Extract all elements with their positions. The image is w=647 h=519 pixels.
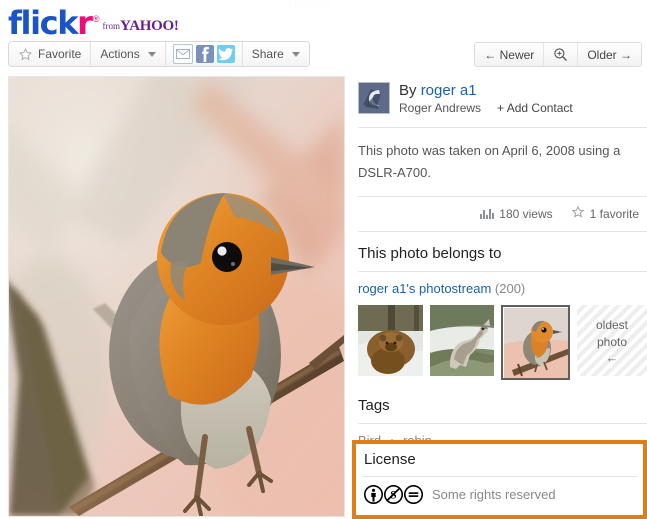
star-outline-icon [571,205,585,222]
photostream-thumbnails: oldest photo ← [358,303,647,384]
photo-description: This photo was taken on April 6, 2008 us… [358,128,647,196]
photo-stats: 180 views 1 favorite [358,197,647,231]
social-share-icons [165,42,243,66]
chevron-down-icon [147,51,156,57]
favorite-label: Favorite [38,47,82,61]
zoom-in-icon[interactable] [544,43,579,66]
add-contact-link[interactable]: + Add Contact [497,100,573,117]
newer-button[interactable]: ← Newer [475,43,545,66]
description-line-1: This photo was taken on April 6, 2008 us… [358,143,621,158]
photostream-link[interactable]: roger a1's photostream [358,281,491,296]
author-subline: Roger Andrews + Add Contact [399,100,573,117]
license-text: Some rights reserved [432,487,556,502]
photostream-count: (200) [494,281,526,296]
author-realname: Roger Andrews [399,101,482,115]
description-line-2: DSLR-A700. [358,165,431,180]
arrow-left-icon: ← [605,349,619,365]
logo-from-text: from [102,21,121,31]
author-block: By roger a1 Roger Andrews + Add Contact [358,76,647,127]
flickr-logo[interactable]: flickr®fromYAHOO! [8,4,179,42]
thumbnail-robin[interactable] [501,305,570,380]
oldest-photo-line-2: photo [596,334,628,349]
cc-noderivs-icon [404,485,423,504]
logo-text-r: r [77,4,93,42]
license-section: License S Some rights reserved [352,440,647,519]
thumbnail-wolf[interactable] [429,305,495,376]
twitter-icon[interactable] [216,45,235,63]
actions-label: Actions [100,47,140,61]
by-label: By [399,82,417,99]
photo-action-toolbar: Favorite Actions Share [8,41,310,67]
cc-noncommercial-icon: S [384,485,403,504]
star-outline-icon [18,47,33,62]
license-heading: License [364,451,416,468]
chevron-down-icon [291,51,300,57]
logo-text-flick: flick [8,4,79,42]
favorites-count: 1 favorite [589,206,639,221]
logo-yahoo-text: YAHOO! [120,18,179,34]
bar-chart-icon [480,208,495,219]
author-username-link[interactable]: roger a1 [421,82,477,99]
tags-heading: Tags [358,397,390,414]
registered-mark: ® [92,13,100,24]
envelope-icon[interactable] [172,44,193,64]
favorites-stat[interactable]: 1 favorite [571,205,639,222]
belongs-to-heading: This photo belongs to [358,245,502,262]
share-label: Share [251,47,284,61]
license-row: S Some rights reserved [362,477,637,511]
actions-menu-button[interactable]: Actions [91,42,166,66]
older-button[interactable]: Older → [578,43,641,66]
thumbnail-brown-bear[interactable] [358,305,423,376]
share-menu-button[interactable]: Share [242,42,309,66]
top-bar: Upload flickr®fromYAHOO! [0,0,647,42]
author-text: By roger a1 Roger Andrews + Add Contact [399,82,573,117]
photo-pagination: ← Newer Older → [474,42,642,67]
photo-sidebar: By roger a1 Roger Andrews + Add Contact … [352,76,647,519]
main-photo[interactable] [8,76,345,517]
buddy-icon[interactable] [358,82,390,114]
favorite-button[interactable]: Favorite [9,42,92,66]
creative-commons-icons[interactable]: S [364,485,423,504]
cc-attribution-icon [364,485,383,504]
oldest-photo-line-1: oldest [595,317,629,332]
facebook-icon[interactable] [195,45,214,63]
views-stat[interactable]: 180 views [480,206,553,221]
views-count: 180 views [499,206,553,221]
upload-link[interactable]: Upload [288,0,330,11]
oldest-photo-link[interactable]: oldest photo ← [577,305,647,376]
photostream-link-row: roger a1's photostream (200) [358,272,647,303]
author-byline: By roger a1 [399,82,573,100]
